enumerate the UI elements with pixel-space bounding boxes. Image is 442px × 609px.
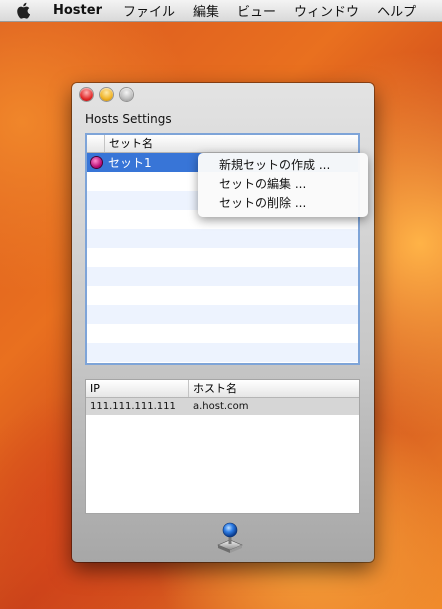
empty-row: [87, 267, 358, 286]
ip-cell: 111.111.111.111: [90, 401, 176, 412]
edit-set-menu-item[interactable]: セットの編集 ...: [198, 175, 368, 194]
empty-row: [87, 305, 358, 324]
set-table-header: セット名: [87, 135, 358, 153]
menu-view[interactable]: ビュー: [228, 1, 285, 20]
context-menu: 新規セットの作成 ... セットの編集 ... セットの削除 ...: [198, 153, 368, 217]
menu-file[interactable]: ファイル: [114, 1, 184, 20]
delete-set-menu-item[interactable]: セットの削除 ...: [198, 194, 368, 213]
zoom-button[interactable]: [120, 88, 133, 101]
active-set-indicator-icon: [91, 157, 102, 168]
menu-app-name[interactable]: Hoster: [44, 3, 114, 18]
hosts-table[interactable]: IP ホスト名 111.111.111.111 a.host.com: [85, 379, 360, 514]
set-name-column-header[interactable]: セット名: [105, 135, 358, 152]
menu-help[interactable]: ヘルプ: [368, 1, 425, 20]
hosts-table-header: IP ホスト名: [86, 380, 359, 398]
set-name: セット1: [108, 156, 152, 170]
menu-bar: Hoster ファイル 編集 ビュー ウィンドウ ヘルプ: [0, 0, 442, 22]
minimize-button[interactable]: [100, 88, 113, 101]
hostname-column-header[interactable]: ホスト名: [189, 380, 359, 397]
new-set-menu-item[interactable]: 新規セットの作成 ...: [198, 156, 368, 175]
window-title: Hosts Settings: [85, 112, 172, 126]
empty-row: [87, 324, 358, 343]
empty-row: [87, 248, 358, 267]
empty-row: [87, 286, 358, 305]
close-button[interactable]: [80, 88, 93, 101]
ip-column-header[interactable]: IP: [86, 380, 189, 397]
empty-row: [87, 229, 358, 248]
hostname-cell: a.host.com: [193, 401, 249, 412]
set-table-status-column[interactable]: [87, 135, 105, 152]
window-titlebar[interactable]: [72, 83, 374, 107]
empty-row: [87, 343, 358, 362]
apple-logo-icon[interactable]: [16, 2, 32, 20]
joystick-icon[interactable]: [215, 520, 245, 554]
table-row[interactable]: 111.111.111.111 a.host.com: [86, 398, 359, 415]
menu-edit[interactable]: 編集: [184, 1, 228, 20]
menu-window[interactable]: ウィンドウ: [285, 1, 368, 20]
